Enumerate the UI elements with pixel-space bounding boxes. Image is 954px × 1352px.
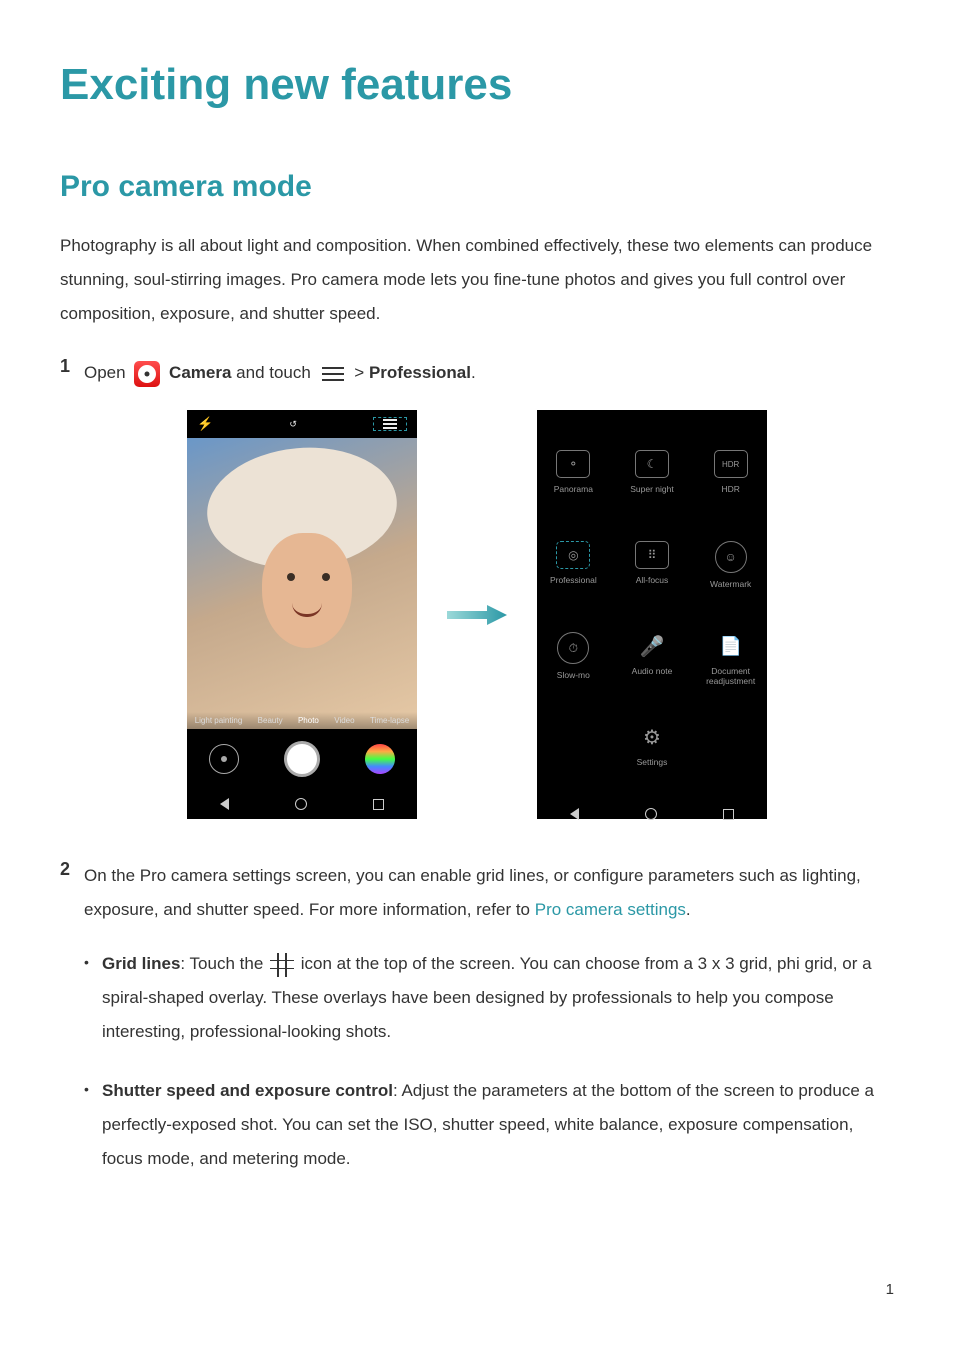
- bullet1-before-icon: : Touch the: [180, 954, 268, 973]
- step-1: 1 Open Camera and touch > Professional.: [60, 356, 894, 390]
- camera-modes-bar: Light painting Beauty Photo Video Time-l…: [187, 712, 417, 729]
- bullet-dot: •: [84, 947, 102, 977]
- mode-slow-mo-label: Slow-mo: [557, 670, 590, 680]
- camera-menu-screenshot: ⚬ Panorama ☾ Super night HDR HDR ◎ Profe…: [537, 410, 767, 819]
- step1-period: .: [471, 363, 476, 382]
- step-2-body: On the Pro camera settings screen, you c…: [84, 859, 894, 1201]
- step1-camera-label: Camera: [169, 363, 231, 382]
- watermark-icon: ☺: [715, 541, 747, 573]
- recent-icon: [723, 809, 734, 820]
- mode-audio-note-label: Audio note: [632, 666, 673, 676]
- camera-modes-grid: ⚬ Panorama ☾ Super night HDR HDR ◎ Profe…: [537, 410, 767, 808]
- mode-professional-highlighted: ◎ Professional: [550, 541, 597, 585]
- camera-top-bar: ⚡ ↺: [187, 410, 417, 438]
- mode-beauty: Beauty: [258, 716, 283, 725]
- android-nav-bar: [187, 789, 417, 819]
- back-icon: [220, 798, 229, 810]
- bullet-shutter-body: Shutter speed and exposure control: Adju…: [102, 1074, 894, 1176]
- section-title: Pro camera mode: [60, 170, 894, 204]
- android-nav-bar: [537, 808, 767, 820]
- panorama-icon: ⚬: [556, 450, 590, 478]
- super-night-icon: ☾: [635, 450, 669, 478]
- step-1-number: 1: [60, 356, 84, 377]
- step1-professional: Professional: [369, 363, 471, 382]
- step1-and-touch: and touch: [236, 363, 315, 382]
- bullet-dot: •: [84, 1074, 102, 1104]
- page-number: 1: [0, 1251, 954, 1318]
- mode-document: 📄 Document readjustment: [694, 632, 767, 686]
- bullet-grid-lines-label: Grid lines: [102, 954, 180, 973]
- mode-super-night-label: Super night: [630, 484, 673, 494]
- mode-all-focus-label: All-focus: [636, 575, 669, 585]
- camera-app-icon: [134, 361, 160, 387]
- camera-controls: [187, 729, 417, 789]
- camera-viewfinder-screenshot: ⚡ ↺ Light painting Beauty Photo Video: [187, 410, 417, 819]
- mode-audio-note: 🎤 Audio note: [632, 632, 673, 676]
- mode-hdr: HDR HDR: [714, 450, 748, 494]
- home-icon: [645, 808, 657, 820]
- mode-watermark-label: Watermark: [710, 579, 751, 589]
- settings-icon: ⚙: [635, 723, 669, 751]
- home-icon: [295, 798, 307, 810]
- menu-icon: [322, 367, 344, 381]
- mode-watermark: ☺ Watermark: [710, 541, 751, 589]
- mode-all-focus: ⠿ All-focus: [635, 541, 669, 585]
- step1-gt: >: [354, 363, 369, 382]
- mode-super-night: ☾ Super night: [630, 450, 673, 494]
- arrow-icon: [447, 603, 507, 627]
- hdr-icon: HDR: [714, 450, 748, 478]
- bullet-shutter-label: Shutter speed and exposure control: [102, 1081, 393, 1100]
- menu-icon-highlighted: [373, 417, 407, 432]
- audio-note-icon: 🎤: [635, 632, 669, 660]
- mode-settings-label: Settings: [637, 757, 668, 767]
- step1-open: Open: [84, 363, 130, 382]
- professional-icon: ◎: [556, 541, 590, 569]
- bullet-list: • Grid lines: Touch the icon at the top …: [84, 947, 894, 1176]
- slow-mo-icon: ⏱: [557, 632, 589, 664]
- mode-time-lapse: Time-lapse: [370, 716, 409, 725]
- mode-panorama: ⚬ Panorama: [554, 450, 593, 494]
- document-icon: 📄: [714, 632, 748, 660]
- mode-hdr-label: HDR: [721, 484, 739, 494]
- screenshots-row: ⚡ ↺ Light painting Beauty Photo Video: [60, 410, 894, 819]
- mode-professional-label: Professional: [550, 575, 597, 585]
- step2-period: .: [686, 900, 691, 919]
- mode-light-painting: Light painting: [195, 716, 243, 725]
- shutter-button-icon: [284, 741, 320, 777]
- document-page: Exciting new features Pro camera mode Ph…: [0, 0, 954, 1251]
- mode-slow-mo: ⏱ Slow-mo: [557, 632, 590, 680]
- recent-icon: [373, 799, 384, 810]
- bullet-grid-lines-body: Grid lines: Touch the icon at the top of…: [102, 947, 894, 1049]
- switch-camera-icon: ↺: [289, 419, 297, 430]
- step-2-number: 2: [60, 859, 84, 880]
- flash-icon: ⚡: [197, 416, 213, 432]
- step2-text-a: On the Pro camera settings screen, you c…: [84, 866, 861, 919]
- intro-paragraph: Photography is all about light and compo…: [60, 229, 894, 331]
- all-focus-icon: ⠿: [635, 541, 669, 569]
- back-icon: [570, 808, 579, 820]
- step-1-body: Open Camera and touch > Professional.: [84, 356, 894, 390]
- step-2: 2 On the Pro camera settings screen, you…: [60, 859, 894, 1201]
- mode-settings: ⚙ Settings: [635, 723, 669, 767]
- mode-switch-icon: [209, 744, 239, 774]
- bullet-shutter: • Shutter speed and exposure control: Ad…: [84, 1074, 894, 1176]
- viewfinder-photo: Light painting Beauty Photo Video Time-l…: [187, 438, 417, 729]
- menu-icon: [383, 419, 397, 429]
- page-title: Exciting new features: [60, 60, 894, 110]
- gallery-thumbnail-icon: [365, 744, 395, 774]
- mode-video: Video: [334, 716, 354, 725]
- grid-lines-icon: [272, 955, 292, 975]
- mode-photo: Photo: [298, 716, 319, 725]
- bullet-grid-lines: • Grid lines: Touch the icon at the top …: [84, 947, 894, 1049]
- pro-camera-settings-link[interactable]: Pro camera settings: [535, 900, 686, 919]
- mode-panorama-label: Panorama: [554, 484, 593, 494]
- mode-document-label: Document readjustment: [694, 666, 767, 686]
